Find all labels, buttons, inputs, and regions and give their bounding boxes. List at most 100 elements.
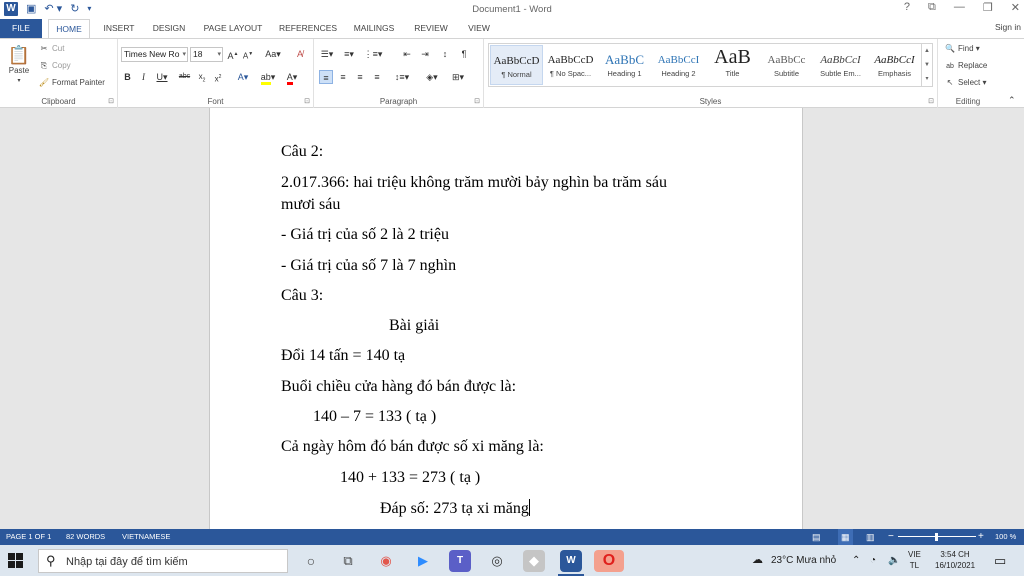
cortana-icon[interactable]: ○ (300, 550, 322, 572)
subscript-icon[interactable]: x2 (196, 70, 208, 84)
copy-button[interactable]: ⎘ Copy (38, 60, 71, 71)
search-placeholder: Nhập tại đây để tìm kiếm (66, 556, 188, 568)
dialog-launcher-icon[interactable]: ⊡ (928, 97, 934, 105)
restore-icon[interactable]: ❐ (983, 1, 993, 14)
increase-indent-icon[interactable]: ⇥ (418, 47, 432, 61)
editing-group-label: Editing (955, 97, 981, 106)
borders-icon[interactable]: ⊞▾ (448, 70, 468, 84)
superscript-icon[interactable]: x2 (212, 70, 224, 84)
ribbon-display-icon[interactable]: ⧉ (928, 1, 936, 14)
paragraph-group: ☰▾ ≡▾ ⋮≡▾ ⇤ ⇥ ↕ ¶ ≡ ≡ ≡ ≡ ↕≡▾ ◈▾ ⊞▾ Para… (314, 39, 484, 108)
pilcrow-icon[interactable]: ¶ (458, 47, 470, 61)
dialog-launcher-icon[interactable]: ⊡ (474, 97, 480, 105)
text-effects-icon[interactable]: A▾ (234, 70, 252, 84)
system-clock[interactable]: 3:54 CH 16/10/2021 (935, 549, 975, 571)
tab-file[interactable]: FILE (0, 19, 42, 38)
media-app-icon[interactable]: ◆ (523, 550, 545, 572)
zoom-slider-thumb[interactable] (935, 533, 938, 541)
zoom-in-icon[interactable]: + (978, 529, 984, 545)
font-name-box[interactable]: Times New Ro ▾ (121, 47, 188, 62)
font-color-icon[interactable]: A▾ (283, 70, 301, 85)
close-icon[interactable]: ✕ (1011, 1, 1020, 14)
tab-design[interactable]: DESIGN (147, 19, 191, 38)
format-painter-button[interactable]: 🖌 Format Painter (38, 77, 105, 88)
print-layout-icon[interactable]: ▦ (838, 529, 853, 545)
grow-font-icon[interactable]: A▲ (227, 47, 239, 61)
shading-icon[interactable]: ◈▾ (422, 70, 442, 84)
opera-icon[interactable]: O (594, 550, 624, 572)
dialog-launcher-icon[interactable]: ⊡ (108, 97, 114, 105)
sign-in-link[interactable]: Sign in (995, 22, 1021, 32)
help-icon[interactable]: ? (904, 1, 910, 14)
decrease-indent-icon[interactable]: ⇤ (400, 47, 414, 61)
tab-view[interactable]: VIEW (462, 19, 496, 38)
tab-review[interactable]: REVIEW (410, 19, 452, 38)
doc-line: mươi sáu (281, 196, 341, 213)
weather-icon[interactable]: ☁ (752, 545, 763, 576)
taskbar-search-box[interactable]: ⚲ Nhập tại đây để tìm kiếm (38, 549, 288, 573)
read-mode-icon[interactable]: ▤ (812, 529, 821, 545)
zoom-out-icon[interactable]: − (888, 529, 894, 545)
doc-line: 2.017.366: hai triệu không trăm mười bảy… (281, 174, 667, 191)
find-button[interactable]: 🔍 Find ▾ (944, 43, 980, 54)
teams-icon[interactable]: T (449, 550, 471, 572)
tab-page-layout[interactable]: PAGE LAYOUT (200, 19, 266, 38)
volume-icon[interactable]: 🔈 (888, 545, 900, 576)
editing-group: 🔍 Find ▾ ab Replace ↖ Select ▾ Editing (938, 39, 998, 108)
chevron-up-icon[interactable]: ⌃ (852, 545, 860, 576)
shrink-font-icon[interactable]: A▼ (242, 47, 254, 61)
tab-insert[interactable]: INSERT (97, 19, 141, 38)
styles-group: Styles ⊡ (484, 39, 938, 108)
font-size-box[interactable]: 18 ▾ (190, 47, 223, 62)
doc-line: Bài giải (389, 317, 440, 334)
network-icon[interactable]: ◔ (870, 545, 876, 576)
tab-home[interactable]: HOME (48, 19, 90, 39)
weather-text[interactable]: 23°C Mưa nhỏ (771, 545, 836, 576)
italic-icon[interactable]: I (138, 70, 149, 84)
numbering-icon[interactable]: ≡▾ (340, 47, 358, 61)
window-title: Document1 - Word (472, 4, 552, 15)
doc-line-last: Đáp số: 273 tạ xi măng (380, 499, 530, 517)
cut-button[interactable]: ✂ Cut (38, 43, 65, 54)
bullets-icon[interactable]: ☰▾ (318, 47, 336, 61)
windows-start-icon[interactable] (8, 553, 23, 568)
chrome-icon[interactable]: ◉ (375, 550, 397, 572)
status-bar: PAGE 1 OF 1 82 WORDS VIETNAMESE ▤ ▦ ▥ − … (0, 529, 1024, 545)
web-layout-icon[interactable]: ▥ (866, 529, 875, 545)
align-left-icon[interactable]: ≡ (319, 70, 333, 84)
bold-icon[interactable]: B (122, 70, 133, 84)
select-button[interactable]: ↖ Select ▾ (944, 77, 987, 88)
collapse-ribbon-icon[interactable]: ⌃ (1008, 95, 1016, 106)
tab-references[interactable]: REFERENCES (277, 19, 339, 38)
minimize-icon[interactable]: — (954, 1, 965, 14)
align-right-icon[interactable]: ≡ (353, 70, 367, 84)
tab-mailings[interactable]: MAILINGS (348, 19, 400, 38)
paste-button[interactable]: 📋 Paste ▾ (6, 45, 32, 87)
notification-icon[interactable]: ▭ (994, 545, 1006, 576)
clear-formatting-icon[interactable]: A̸ (293, 47, 307, 61)
proofing-language[interactable]: VIETNAMESE (122, 529, 170, 545)
strikethrough-icon[interactable]: abc (177, 70, 192, 84)
document-page[interactable]: Câu 2: 2.017.366: hai triệu không trăm m… (209, 108, 803, 529)
zoom-level[interactable]: 100 % (995, 529, 1016, 545)
input-language[interactable]: VIE TL (908, 549, 921, 571)
page-count[interactable]: PAGE 1 OF 1 (6, 529, 51, 545)
multilevel-list-icon[interactable]: ⋮≡▾ (362, 47, 384, 61)
task-view-icon[interactable]: ⧉ (337, 550, 359, 572)
zoom-app-icon[interactable]: ▶ (412, 550, 434, 572)
change-case-icon[interactable]: Aa▾ (263, 47, 283, 61)
title-bar: W ▣ ↶ ▾ ↻ ▾ Document1 - Word ? ⧉ — ❐ ✕ (0, 0, 1024, 19)
highlight-icon[interactable]: ab▾ (258, 70, 278, 85)
word-taskbar-icon[interactable]: W (560, 550, 582, 572)
sort-icon[interactable]: ↕ (438, 47, 452, 61)
paragraph-group-label: Paragraph (379, 97, 418, 106)
replace-button[interactable]: ab Replace (944, 60, 987, 72)
line-spacing-icon[interactable]: ↕≡▾ (392, 70, 412, 84)
document-area[interactable]: Câu 2: 2.017.366: hai triệu không trăm m… (0, 108, 1024, 529)
align-center-icon[interactable]: ≡ (336, 70, 350, 84)
dialog-launcher-icon[interactable]: ⊡ (304, 97, 310, 105)
justify-icon[interactable]: ≡ (370, 70, 384, 84)
word-count[interactable]: 82 WORDS (66, 529, 105, 545)
game-app-icon[interactable]: ◎ (486, 550, 508, 572)
underline-icon[interactable]: U▾ (154, 70, 170, 84)
